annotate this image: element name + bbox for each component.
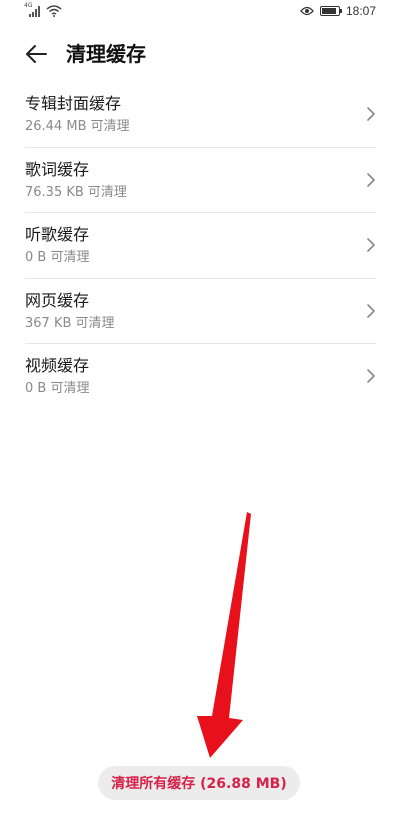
signal-icon: 4G <box>24 2 40 17</box>
list-item-title: 网页缓存 <box>25 290 90 310</box>
status-right: 18:07 <box>300 4 376 18</box>
chevron-right-icon <box>367 303 375 318</box>
cache-item-album-cover[interactable]: 专辑封面缓存 26.44 MB 可清理 <box>25 82 376 148</box>
cache-item-listening[interactable]: 听歌缓存 0 B 可清理 <box>25 213 376 279</box>
status-time: 18:07 <box>345 4 376 18</box>
list-item-size: 0 B 可清理 <box>25 250 90 265</box>
cache-item-webpage[interactable]: 网页缓存 367 KB 可清理 <box>25 279 376 344</box>
page-title: 清理缓存 <box>66 42 146 66</box>
header: 清理缓存 <box>0 30 400 78</box>
chevron-right-icon <box>367 172 375 187</box>
status-left: 4G <box>24 2 62 17</box>
list-item-size: 367 KB 可清理 <box>25 315 115 331</box>
status-bar: 4G 18:07 <box>0 0 400 26</box>
list-item-size: 0 B 可清理 <box>25 381 90 396</box>
back-arrow-icon[interactable] <box>22 40 50 68</box>
clear-all-cache-button[interactable]: 清理所有缓存 (26.88 MB) <box>98 766 300 800</box>
cache-item-video[interactable]: 视频缓存 0 B 可清理 <box>25 344 376 410</box>
list-item-size: 76.35 KB 可清理 <box>25 184 127 200</box>
network-tag: 4G <box>24 2 33 9</box>
cache-item-lyrics[interactable]: 歌词缓存 76.35 KB 可清理 <box>25 148 376 213</box>
chevron-right-icon <box>367 107 375 121</box>
cache-list: 专辑封面缓存 26.44 MB 可清理 歌词缓存 76.35 KB 可清理 听歌… <box>0 82 400 410</box>
eye-icon <box>300 6 314 16</box>
list-item-title: 专辑封面缓存 <box>25 94 122 113</box>
wifi-icon <box>46 5 62 17</box>
chevron-right-icon <box>367 369 375 383</box>
battery-icon <box>319 6 342 16</box>
chevron-right-icon <box>367 238 375 252</box>
list-item-title: 歌词缓存 <box>25 159 90 179</box>
list-item-title: 视频缓存 <box>25 356 90 375</box>
list-item-title: 听歌缓存 <box>25 225 90 244</box>
list-item-size: 26.44 MB 可清理 <box>25 119 130 134</box>
